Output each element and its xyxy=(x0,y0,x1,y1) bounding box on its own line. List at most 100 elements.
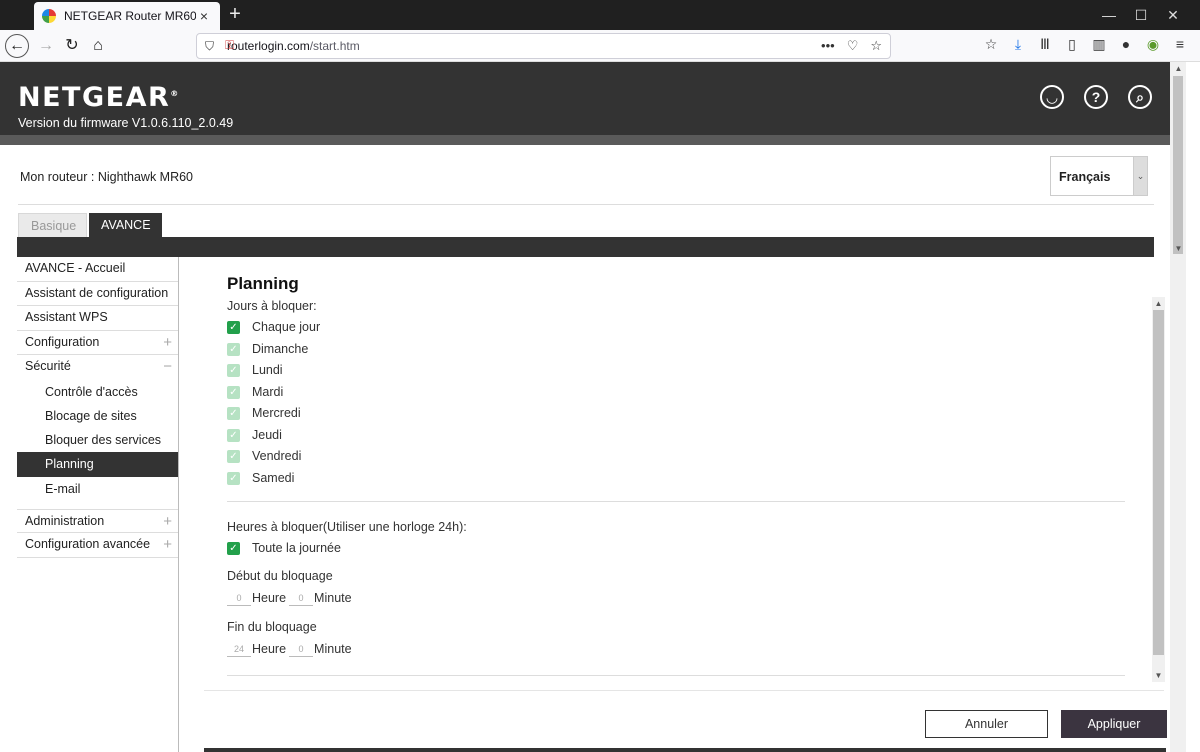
sidebar: AVANCE - Accueil Assistant de configurat… xyxy=(17,257,179,752)
content-scrollbar[interactable]: ▲ ▼ xyxy=(1152,297,1165,682)
scroll-down-icon[interactable]: ▼ xyxy=(1152,669,1165,682)
expand-plus-icon[interactable]: + xyxy=(163,533,172,556)
reload-icon[interactable]: ↻ xyxy=(60,34,84,58)
checkbox-disabled-icon[interactable]: ✓ xyxy=(227,428,240,442)
start-hour-input[interactable]: 0 xyxy=(227,590,251,606)
language-value: Français xyxy=(1059,170,1111,184)
back-arrow-icon[interactable]: ← xyxy=(5,34,29,58)
shield-icon[interactable]: ⛉ xyxy=(205,39,214,54)
scroll-down-icon[interactable]: ▼ xyxy=(1172,242,1185,255)
download-icon[interactable]: ⤓ xyxy=(1009,36,1027,53)
user-icon[interactable]: ◡ xyxy=(1040,85,1064,109)
pocket-icon[interactable]: ♡ xyxy=(847,38,859,54)
help-icon[interactable]: ? xyxy=(1084,85,1108,109)
bookmark-star-icon[interactable]: ☆ xyxy=(870,38,882,54)
sidebar-sub-bloquer-services[interactable]: Bloquer des services xyxy=(17,428,178,452)
checkbox-samedi[interactable]: ✓ Samedi xyxy=(227,471,294,485)
checkbox-checked-icon[interactable]: ✓ xyxy=(227,320,240,334)
divider xyxy=(227,501,1125,502)
sidebar-sub-planning[interactable]: Planning xyxy=(17,452,178,477)
insecure-lock-icon[interactable]: ⚿ xyxy=(225,38,234,53)
tab-avance[interactable]: AVANCE xyxy=(89,213,162,237)
home-icon[interactable]: ⌂ xyxy=(86,34,110,58)
sidebar-sub-email[interactable]: E-mail xyxy=(17,477,178,501)
sidebar-item-assistant-configuration[interactable]: Assistant de configuration xyxy=(17,282,178,306)
scroll-up-icon[interactable]: ▲ xyxy=(1152,297,1165,310)
cancel-button[interactable]: Annuler xyxy=(925,710,1048,738)
page-actions-icon[interactable]: ••• xyxy=(821,38,835,54)
browser-tab[interactable]: NETGEAR Router MR60 × xyxy=(34,2,220,30)
close-window-button[interactable]: ✕ xyxy=(1150,0,1196,30)
sidebar-icon[interactable]: ▯ xyxy=(1063,36,1081,53)
expand-plus-icon[interactable]: + xyxy=(163,331,172,354)
collapse-minus-icon[interactable]: − xyxy=(163,355,172,378)
page-scroll-thumb[interactable] xyxy=(1173,76,1183,254)
divider xyxy=(204,690,1164,691)
netgear-logo: NETGEAR® xyxy=(18,82,180,113)
tab-content-bar xyxy=(17,237,1154,257)
browser-navbar: ← → ↻ ⌂ ⛉ ⚿ routerlogin.com/start.htm ••… xyxy=(0,30,1200,62)
checkbox-jeudi[interactable]: ✓ Jeudi xyxy=(227,428,282,442)
days-label: Jours à bloquer: xyxy=(227,299,317,313)
checkbox-disabled-icon[interactable]: ✓ xyxy=(227,385,240,399)
close-tab-icon[interactable]: × xyxy=(196,8,212,24)
start-label: Début du bloquage xyxy=(227,569,333,583)
checkbox-dimanche[interactable]: ✓ Dimanche xyxy=(227,342,308,356)
search-icon[interactable]: ⌕ xyxy=(1128,85,1152,109)
checkbox-disabled-icon[interactable]: ✓ xyxy=(227,342,240,356)
checkbox-toute-la-journee[interactable]: ✓ Toute la journée xyxy=(227,541,341,555)
tab-basique[interactable]: Basique xyxy=(18,213,87,237)
sidebar-item-avance-accueil[interactable]: AVANCE - Accueil xyxy=(17,257,178,282)
barcode-extension-icon[interactable]: ▥ xyxy=(1090,36,1108,53)
divider xyxy=(227,675,1125,676)
sidebar-item-securite[interactable]: Sécurité − xyxy=(17,355,178,380)
bookmarks-menu-icon[interactable]: ☆ xyxy=(982,36,1000,53)
extension-avatar-icon[interactable]: ● xyxy=(1117,36,1135,53)
sidebar-item-configuration-avancee[interactable]: Configuration avancée + xyxy=(17,533,178,558)
router-label: Mon routeur : Nighthawk MR60 xyxy=(20,170,194,184)
router-model: Nighthawk MR60 xyxy=(97,170,194,184)
sidebar-sub-controle-acces[interactable]: Contrôle d'accès xyxy=(17,380,178,404)
forward-arrow-icon[interactable]: → xyxy=(34,34,58,58)
firmware-version: Version du firmware V1.0.6.110_2.0.49 xyxy=(18,116,234,130)
footer-edge xyxy=(204,748,1166,752)
scroll-thumb[interactable] xyxy=(1153,310,1164,655)
sidebar-item-configuration[interactable]: Configuration + xyxy=(17,331,178,355)
checkbox-checked-icon[interactable]: ✓ xyxy=(227,541,240,555)
end-time-row: 24 Heure 0 Minute xyxy=(227,641,355,657)
checkbox-disabled-icon[interactable]: ✓ xyxy=(227,471,240,485)
page-title: Planning xyxy=(227,274,299,293)
checkbox-lundi[interactable]: ✓ Lundi xyxy=(227,363,283,377)
address-bar[interactable]: ⛉ ⚿ routerlogin.com/start.htm ••• ♡ ☆ xyxy=(196,33,891,59)
router-info-row: Mon routeur : Nighthawk MR60 Français ⌄ xyxy=(18,155,1154,205)
end-minute-input[interactable]: 0 xyxy=(289,641,314,657)
netgear-favicon-icon xyxy=(42,9,56,23)
sidebar-sub-blocage-sites[interactable]: Blocage de sites xyxy=(17,404,178,428)
checkbox-vendredi[interactable]: ✓ Vendredi xyxy=(227,449,301,463)
browser-tabbar: NETGEAR Router MR60 × + — ☐ ✕ xyxy=(0,0,1200,30)
checkbox-chaque-jour[interactable]: ✓ Chaque jour xyxy=(227,320,320,334)
scroll-up-icon[interactable]: ▲ xyxy=(1172,62,1185,75)
app-header: NETGEAR® Version du firmware V1.0.6.110_… xyxy=(0,62,1170,135)
expand-plus-icon[interactable]: + xyxy=(163,510,172,533)
checkbox-disabled-icon[interactable]: ✓ xyxy=(227,406,240,420)
new-tab-button[interactable]: + xyxy=(224,4,246,26)
sidebar-item-administration[interactable]: Administration + xyxy=(17,508,178,534)
checkbox-mardi[interactable]: ✓ Mardi xyxy=(227,385,283,399)
end-hour-input[interactable]: 24 xyxy=(227,641,251,657)
language-select[interactable]: Français ⌄ xyxy=(1050,156,1148,196)
sidebar-item-assistant-wps[interactable]: Assistant WPS xyxy=(17,306,178,331)
menu-icon[interactable]: ≡ xyxy=(1171,36,1189,53)
checkbox-mercredi[interactable]: ✓ Mercredi xyxy=(227,406,301,420)
library-icon[interactable]: Ⅲ xyxy=(1036,36,1054,53)
start-minute-input[interactable]: 0 xyxy=(289,590,314,606)
checkbox-disabled-icon[interactable]: ✓ xyxy=(227,363,240,377)
apply-button[interactable]: Appliquer xyxy=(1061,710,1167,738)
page-scrollbar[interactable]: ▲ ▼ xyxy=(1170,62,1186,752)
browser-tab-title: NETGEAR Router MR60 xyxy=(64,9,196,23)
chevron-down-icon: ⌄ xyxy=(1133,157,1147,195)
url-text[interactable]: routerlogin.com/start.htm xyxy=(227,39,821,53)
extension-alert-icon[interactable]: ◉ xyxy=(1144,36,1162,53)
checkbox-disabled-icon[interactable]: ✓ xyxy=(227,449,240,463)
hours-label: Heures à bloquer(Utiliser une horloge 24… xyxy=(227,520,467,534)
